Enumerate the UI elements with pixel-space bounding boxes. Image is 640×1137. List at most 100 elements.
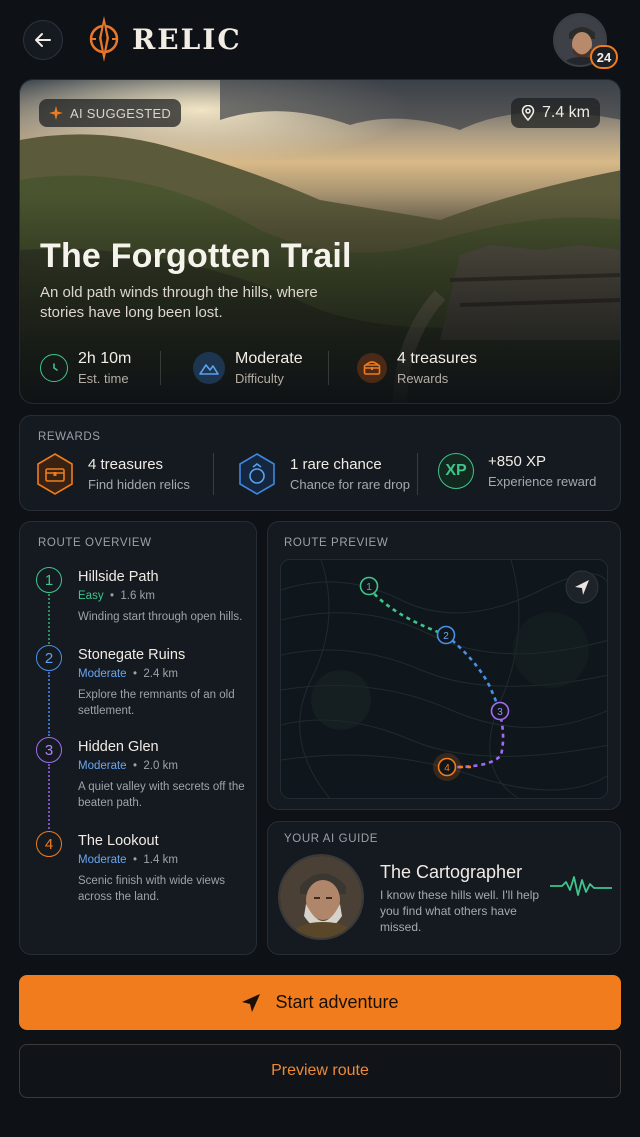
step-description: A quiet valley with secrets off the beat… xyxy=(78,781,245,809)
start-adventure-button[interactable]: Start adventure xyxy=(19,975,621,1030)
meta-separator: • xyxy=(126,854,144,866)
navigate-button[interactable] xyxy=(565,570,599,604)
rewards-heading: REWARDS xyxy=(38,431,101,443)
back-button[interactable] xyxy=(23,20,63,60)
map-marker-2[interactable]: 2 xyxy=(436,625,456,645)
rewards-panel: REWARDS 4 treasures Find hidden relics 1… xyxy=(19,415,621,511)
svg-text:4: 4 xyxy=(444,763,450,774)
ai-guide-heading: YOUR AI GUIDE xyxy=(284,833,379,845)
step-number: 3 xyxy=(36,737,62,763)
step-difficulty: Moderate xyxy=(78,668,127,680)
reward-treasures-title: 4 treasures xyxy=(88,456,164,473)
step-distance: 1.4 km xyxy=(143,854,178,866)
back-arrow-icon xyxy=(35,33,51,47)
reward-xp-subtitle: Experience reward xyxy=(488,474,597,489)
step-meta: Easy • 1.6 km xyxy=(78,590,155,602)
step-distance: 2.4 km xyxy=(143,668,178,680)
route-connector xyxy=(48,672,50,736)
hero-card[interactable]: AI SUGGESTED 7.4 km The Forgotten Trail … xyxy=(19,79,621,404)
xp-icon: XP xyxy=(438,453,474,489)
mountain-icon xyxy=(193,352,225,384)
step-number: 2 xyxy=(36,645,62,671)
chest-icon xyxy=(357,353,387,383)
route-connector xyxy=(48,594,50,644)
step-title: Stonegate Ruins xyxy=(78,647,186,663)
reward-xp-title: +850 XP xyxy=(488,453,546,470)
step-meta: Moderate • 2.4 km xyxy=(78,668,178,680)
stat-rewards-label: Rewards xyxy=(397,371,449,386)
route-connector xyxy=(48,764,50,829)
navigation-arrow-icon xyxy=(242,993,261,1012)
step-difficulty: Moderate xyxy=(78,760,127,772)
route-preview-panel: ROUTE PREVIEW 1 2 3 4 xyxy=(267,521,621,810)
svg-text:1: 1 xyxy=(366,582,372,593)
stat-difficulty-value: Moderate xyxy=(235,350,303,367)
step-difficulty: Moderate xyxy=(78,854,127,866)
distance-badge: 7.4 km xyxy=(510,98,600,128)
location-pin-icon xyxy=(521,105,535,121)
svg-text:3: 3 xyxy=(497,707,503,718)
step-title: The Lookout xyxy=(78,833,159,849)
chest-icon xyxy=(37,453,73,495)
step-meta: Moderate • 2.0 km xyxy=(78,760,178,772)
divider xyxy=(328,351,329,385)
gem-icon xyxy=(239,453,275,495)
stat-difficulty-label: Difficulty xyxy=(235,371,284,386)
route-map[interactable]: 1 2 3 4 xyxy=(280,559,608,799)
stat-time-value: 2h 10m xyxy=(78,350,132,367)
map-marker-4[interactable]: 4 xyxy=(433,753,461,781)
trail-stats: 2h 10m Est. time Moderate Difficulty 4 t… xyxy=(20,348,620,398)
step-distance: 1.6 km xyxy=(120,590,155,602)
meta-separator: • xyxy=(126,760,144,772)
step-title: Hillside Path xyxy=(78,569,159,585)
guide-message: I know these hills well. I'll help you f… xyxy=(380,888,540,934)
step-distance: 2.0 km xyxy=(143,760,178,772)
preview-route-label: Preview route xyxy=(271,1062,369,1079)
step-meta: Moderate • 1.4 km xyxy=(78,854,178,866)
divider xyxy=(417,453,418,495)
route-overview-panel: ROUTE OVERVIEW 1 Hillside Path Easy • 1.… xyxy=(19,521,257,955)
sparkle-icon xyxy=(49,106,63,120)
step-difficulty: Easy xyxy=(78,590,104,602)
reward-treasures[interactable]: 4 treasures Find hidden relics xyxy=(36,453,190,495)
step-title: Hidden Glen xyxy=(78,739,159,755)
compass-logo-icon xyxy=(89,16,119,62)
ai-suggested-label: AI SUGGESTED xyxy=(70,105,172,121)
divider xyxy=(160,351,161,385)
step-number: 1 xyxy=(36,567,62,593)
ai-suggested-badge: AI SUGGESTED xyxy=(39,99,182,127)
trail-title: The Forgotten Trail xyxy=(40,237,352,275)
map-marker-1[interactable]: 1 xyxy=(359,576,379,596)
route-overview-heading: ROUTE OVERVIEW xyxy=(38,537,152,549)
start-adventure-label: Start adventure xyxy=(275,992,399,1012)
user-level-badge: 24 xyxy=(590,45,618,69)
trail-subtitle: An old path winds through the hills, whe… xyxy=(40,284,318,321)
map-canvas: 1 2 3 4 xyxy=(281,560,607,798)
divider xyxy=(213,453,214,495)
stat-difficulty: Moderate Difficulty xyxy=(193,348,328,388)
app-header: RELIC 24 xyxy=(0,0,640,80)
stat-rewards: 4 treasures Rewards xyxy=(357,348,477,388)
stat-time: 2h 10m Est. time xyxy=(40,348,160,388)
reward-rare[interactable]: 1 rare chance Chance for rare drop xyxy=(238,453,410,495)
ai-guide-panel: YOUR AI GUIDE The Cartographer I know th… xyxy=(267,821,621,955)
reward-treasures-subtitle: Find hidden relics xyxy=(88,477,190,492)
guide-portrait-icon xyxy=(280,856,362,938)
preview-route-button[interactable]: Preview route xyxy=(19,1044,621,1098)
voice-waveform-icon xyxy=(550,876,612,896)
map-marker-3[interactable]: 3 xyxy=(490,701,510,721)
distance-value: 7.4 km xyxy=(541,104,590,121)
brand: RELIC xyxy=(84,14,242,64)
brand-name: RELIC xyxy=(132,22,242,56)
step-description: Explore the remnants of an old settlemen… xyxy=(78,689,235,717)
stat-time-label: Est. time xyxy=(78,371,129,386)
reward-rare-title: 1 rare chance xyxy=(290,456,382,473)
step-number: 4 xyxy=(36,831,62,857)
svg-text:2: 2 xyxy=(443,631,449,642)
clock-icon xyxy=(40,354,68,382)
guide-avatar[interactable] xyxy=(278,854,364,940)
step-description: Winding start through open hills. xyxy=(78,611,243,623)
reward-xp[interactable]: XP +850 XP Experience reward xyxy=(438,453,596,489)
reward-rare-subtitle: Chance for rare drop xyxy=(290,477,410,492)
step-description: Scenic finish with wide views across the… xyxy=(78,875,226,903)
